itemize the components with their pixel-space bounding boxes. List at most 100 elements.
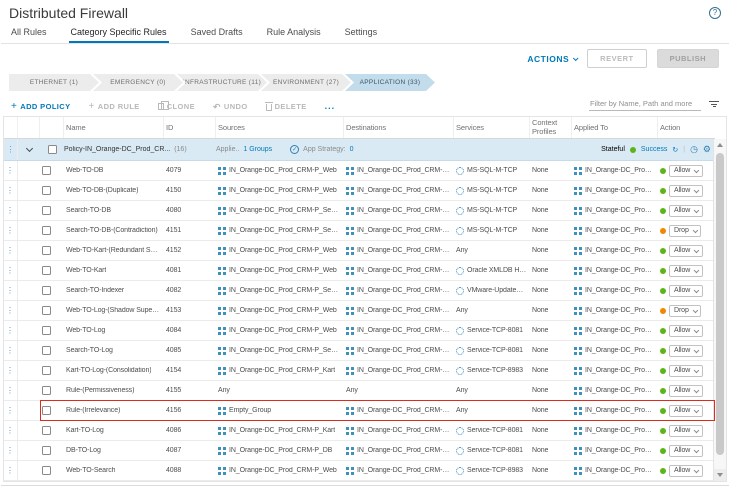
scroll-down-arrow[interactable] [714,469,726,481]
rule-sources[interactable]: IN_Orange-DC_Prod_CRM-P_Web [229,327,337,334]
rule-applied-to[interactable]: IN_Orange-DC_Prod_CRM-P [585,447,655,454]
rule-context-profiles[interactable]: None [532,347,548,354]
rule-destinations[interactable]: IN_Orange-DC_Prod_CRM-P_Sea... [357,467,451,474]
tab-all-rules[interactable]: All Rules [9,25,49,43]
rule-sources[interactable]: IN_Orange-DC_Prod_CRM-P_DB [229,447,332,454]
rule-sources[interactable]: IN_Orange-DC_Prod_CRM-P_Kart [229,427,335,434]
vertical-scrollbar[interactable] [713,139,726,481]
rule-context-profiles[interactable]: None [532,247,548,254]
clone-button[interactable]: CLONE [158,102,195,111]
rule-destinations[interactable]: IN_Orange-DC_Prod_CRM-P_Kart [357,407,451,414]
rule-applied-to[interactable]: IN_Orange-DC_Prod_CRM-P [585,407,655,414]
publish-button[interactable]: PUBLISH [657,49,719,68]
tab-saved-drafts[interactable]: Saved Drafts [189,25,245,43]
drag-handle[interactable]: ⋮ [4,241,18,260]
rule-applied-to[interactable]: IN_Orange-DC_Prod_CRM-P [585,287,655,294]
drag-handle[interactable]: ⋮ [4,421,18,440]
rule-applied-to[interactable]: IN_Orange-DC_Prod_CRM-P [585,347,655,354]
rule-applied-to[interactable]: IN_Orange-DC_Prod_CRM-P [585,207,655,214]
row-checkbox[interactable] [42,206,51,215]
rule-services[interactable]: MS-SQL-M-TCP [467,207,517,214]
rule-destinations[interactable]: IN_Orange-DC_Prod_CRM-P_Kart [357,267,451,274]
row-checkbox[interactable] [42,326,51,335]
rule-services[interactable]: Any [456,387,468,394]
rule-applied-to[interactable]: IN_Orange-DC_Prod_CRM-P [585,387,655,394]
help-icon[interactable]: ? [709,7,721,19]
rule-context-profiles[interactable]: None [532,307,548,314]
category-tab-application[interactable]: APPLICATION (33) [345,74,435,91]
rule-services[interactable]: MS-SQL-M-TCP [467,167,517,174]
rule-destinations[interactable]: IN_Orange-DC_Prod_CRM-P_Kart [357,247,451,254]
action-select[interactable]: Allow [669,445,703,457]
action-select[interactable]: Allow [669,265,703,277]
row-checkbox[interactable] [42,366,51,375]
clock-icon[interactable]: ◷ [690,145,698,154]
rule-applied-to[interactable]: IN_Orange-DC_Prod_CRM-P [585,307,655,314]
tab-settings[interactable]: Settings [343,25,380,43]
drag-handle[interactable]: ⋮ [4,321,18,340]
category-tab-environment[interactable]: ENVIRONMENT (27) [261,74,351,91]
rule-services[interactable]: Service-TCP-8983 [467,467,523,474]
rule-applied-to[interactable]: IN_Orange-DC_Prod_CRM-P [585,367,655,374]
policy-checkbox[interactable] [48,145,57,154]
rule-services[interactable]: Service-TCP-8081 [467,347,523,354]
rule-applied-to[interactable]: IN_Orange-DC_Prod_CRM-P [585,167,655,174]
rule-context-profiles[interactable]: None [532,167,548,174]
rule-destinations[interactable]: IN_Orange-DC_Prod_CRM-P_Log [357,307,451,314]
rule-destinations[interactable]: IN_Orange-DC_Prod_CRM-P_Ind... [357,287,451,294]
action-select[interactable]: Allow [669,285,703,297]
tab-category-specific-rules[interactable]: Category Specific Rules [69,25,169,43]
row-checkbox[interactable] [42,286,51,295]
rule-destinations[interactable]: IN_Orange-DC_Prod_CRM-P_DB [357,187,451,194]
rule-context-profiles[interactable]: None [532,207,548,214]
rule-destinations[interactable]: IN_Orange-DC_Prod_CRM-P_DB [357,227,451,234]
rule-services[interactable]: MS-SQL-M-TCP [467,227,517,234]
drag-handle[interactable]: ⋮ [4,201,18,220]
drag-handle[interactable]: ⋮ [4,301,18,320]
rule-services[interactable]: Service-TCP-8081 [467,427,523,434]
delete-button[interactable]: DELETE [266,102,307,111]
drag-handle[interactable]: ⋮ [4,281,18,300]
action-select[interactable]: Drop [669,305,701,317]
rule-services[interactable]: Any [456,407,468,414]
row-checkbox[interactable] [42,466,51,475]
rule-services[interactable]: Any [456,247,468,254]
rule-context-profiles[interactable]: None [532,327,548,334]
rule-services[interactable]: Oracle XMLDB HT... [467,267,527,274]
refresh-status-icon[interactable]: ↻ [672,146,678,154]
rule-services[interactable]: VMware-UpdateM... [467,287,527,294]
rule-destinations[interactable]: IN_Orange-DC_Prod_CRM-P_Log [357,347,451,354]
revert-button[interactable]: REVERT [587,49,646,68]
rule-sources[interactable]: IN_Orange-DC_Prod_CRM-P_Web [229,307,337,314]
rule-context-profiles[interactable]: None [532,387,548,394]
rule-sources[interactable]: Empty_Group [229,407,271,414]
rule-services[interactable]: Service-TCP-8081 [467,327,523,334]
row-checkbox[interactable] [42,166,51,175]
action-select[interactable]: Allow [669,165,703,177]
add-rule-button[interactable]: + ADD RULE [89,102,140,111]
drag-handle[interactable]: ⋮ [4,139,18,160]
rule-sources[interactable]: IN_Orange-DC_Prod_CRM-P_Search [229,207,341,214]
rule-applied-to[interactable]: IN_Orange-DC_Prod_CRM-P [585,467,655,474]
expand-chevron-icon[interactable] [18,139,40,160]
action-select[interactable]: Allow [669,205,703,217]
rule-applied-to[interactable]: IN_Orange-DC_Prod_CRM-P [585,247,655,254]
rule-sources[interactable]: IN_Orange-DC_Prod_CRM-P_Web [229,187,337,194]
rule-applied-to[interactable]: IN_Orange-DC_Prod_CRM-P [585,327,655,334]
rule-destinations[interactable]: IN_Orange-DC_Prod_CRM-P_DB [357,167,451,174]
drag-handle[interactable]: ⋮ [4,361,18,380]
rule-applied-to[interactable]: IN_Orange-DC_Prod_CRM-P [585,187,655,194]
drag-handle[interactable]: ⋮ [4,221,18,240]
rule-context-profiles[interactable]: None [532,447,548,454]
drag-handle[interactable]: ⋮ [4,441,18,460]
rule-applied-to[interactable]: IN_Orange-DC_Prod_CRM-P [585,427,655,434]
action-select[interactable]: Allow [669,185,703,197]
action-select[interactable]: Allow [669,345,703,357]
rule-sources[interactable]: IN_Orange-DC_Prod_CRM-P_Kart [229,367,335,374]
action-select[interactable]: Allow [669,365,703,377]
drag-handle[interactable]: ⋮ [4,461,18,480]
rule-sources[interactable]: IN_Orange-DC_Prod_CRM-P_Web [229,247,337,254]
rule-services[interactable]: Service-TCP-8983 [467,367,523,374]
groups-link[interactable]: 1 Groups [243,146,272,153]
drag-handle[interactable]: ⋮ [4,181,18,200]
